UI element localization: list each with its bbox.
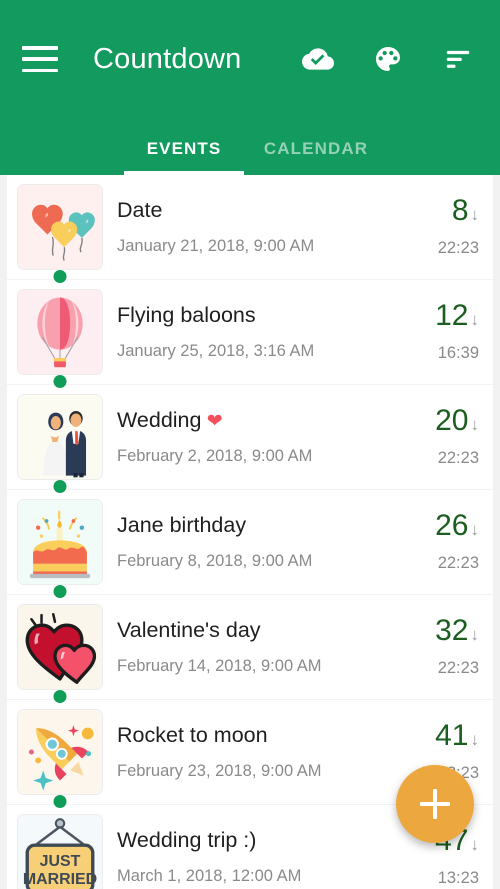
event-title: Jane birthday [117, 513, 247, 538]
app-bar-top-row: Countdown [0, 0, 500, 118]
event-countdown-block: 20 ↓ 22:23 [407, 406, 479, 468]
event-thumbnail-wrap [13, 814, 107, 889]
event-date: February 14, 2018, 9:00 AM [117, 656, 322, 675]
event-row[interactable]: Valentine's day February 14, 2018, 9:00 A… [7, 595, 493, 703]
event-date: February 2, 2018, 9:00 AM [117, 446, 313, 465]
app-bar-actions [298, 39, 478, 79]
event-days-remaining: 41 [435, 719, 469, 752]
event-time-remaining: 22:23 [437, 449, 479, 467]
timeline-dot [53, 270, 67, 283]
event-thumbnail-wrap [13, 604, 107, 703]
down-arrow-icon: ↓ [470, 310, 480, 329]
event-title: Rocket to moon [117, 723, 268, 748]
event-row[interactable]: Flying baloons January 25, 2018, 3:16 AM 1… [7, 280, 493, 388]
event-days-row: 12 ↓ [407, 301, 479, 331]
event-thumbnail-wrap [13, 289, 107, 388]
event-thumbnail-wrap [13, 499, 107, 598]
event-days-remaining: 12 [435, 299, 469, 332]
event-date: March 1, 2018, 12:00 AM [117, 866, 302, 885]
heart-balloons-icon [17, 184, 103, 270]
event-countdown-block: 12 ↓ 16:39 [407, 301, 479, 363]
event-countdown-block: 26 ↓ 22:23 [407, 511, 479, 573]
just-married-sign-icon [17, 814, 103, 889]
event-row[interactable]: Date January 21, 2018, 9:00 AM 8 ↓ 22:23 [7, 175, 493, 283]
event-days-row: 8 ↓ [407, 196, 479, 226]
event-countdown-block: 32 ↓ 22:23 [407, 616, 479, 678]
event-title: Flying baloons [117, 303, 256, 328]
down-arrow-icon: ↓ [470, 520, 480, 539]
app-bar: Countdown EVENTS CALENDAR [0, 0, 500, 175]
timeline-dot [53, 585, 67, 598]
down-arrow-icon: ↓ [470, 835, 480, 854]
countdown-app-screen: Countdown EVENTS CALENDAR Date January 2… [0, 0, 500, 889]
tab-bar: EVENTS CALENDAR [0, 118, 500, 175]
timeline-dot [53, 375, 67, 388]
event-days-row: 41 ↓ [407, 721, 479, 751]
page-title: Countdown [93, 42, 242, 75]
event-text-block: Date January 21, 2018, 9:00 AM [107, 198, 407, 256]
down-arrow-icon: ↓ [470, 205, 480, 224]
title-heart-emoji: ❤ [201, 411, 223, 433]
event-text-block: Flying baloons January 25, 2018, 3:16 AM [107, 303, 407, 361]
event-row[interactable]: Wedding ❤ February 2, 2018, 9:00 AM 20 ↓ 22:… [7, 385, 493, 493]
event-days-remaining: 8 [451, 194, 469, 227]
event-time-remaining: 16:39 [437, 344, 479, 362]
event-date: January 21, 2018, 9:00 AM [117, 236, 315, 255]
event-time-remaining: 22:23 [437, 239, 479, 257]
timeline-dot [53, 690, 67, 703]
event-title: Valentine's day [117, 618, 261, 643]
event-time-remaining: 13:23 [437, 869, 479, 887]
two-hearts-icon [17, 604, 103, 690]
event-thumbnail-wrap [13, 184, 107, 283]
event-days-row: 32 ↓ [407, 616, 479, 646]
rocket-icon [17, 709, 103, 795]
hot-air-balloon-icon [17, 289, 103, 375]
event-row[interactable]: Jane birthday February 8, 2018, 9:00 AM 26… [7, 490, 493, 598]
bride-groom-icon [17, 394, 103, 480]
event-days-remaining: 20 [435, 404, 469, 437]
event-title: Wedding ❤ [117, 408, 223, 433]
birthday-cake-icon [17, 499, 103, 585]
event-text-block: Rocket to moon February 23, 2018, 9:00 AM [107, 723, 407, 781]
event-thumbnail-wrap [13, 709, 107, 808]
down-arrow-icon: ↓ [470, 625, 480, 644]
tab-events[interactable]: EVENTS [118, 139, 250, 175]
event-days-row: 26 ↓ [407, 511, 479, 541]
event-title: Date [117, 198, 163, 223]
event-date: February 23, 2018, 9:00 AM [117, 761, 322, 780]
event-time-remaining: 22:23 [437, 554, 479, 572]
add-event-fab[interactable] [396, 765, 474, 843]
timeline-dot [53, 480, 67, 493]
palette-icon[interactable] [368, 39, 408, 79]
cloud-done-icon[interactable] [298, 39, 338, 79]
event-countdown-block: 8 ↓ 22:23 [407, 196, 479, 258]
event-text-block: Wedding ❤ February 2, 2018, 9:00 AM [107, 408, 407, 466]
event-days-row: 20 ↓ [407, 406, 479, 436]
sort-icon[interactable] [438, 39, 478, 79]
tab-calendar[interactable]: CALENDAR [250, 139, 382, 175]
hamburger-menu-icon[interactable] [22, 46, 58, 72]
down-arrow-icon: ↓ [470, 730, 480, 749]
event-days-remaining: 32 [435, 614, 469, 647]
event-thumbnail-wrap [13, 394, 107, 493]
event-text-block: Valentine's day February 14, 2018, 9:00 A… [107, 618, 407, 676]
event-date: January 25, 2018, 3:16 AM [117, 341, 315, 360]
event-time-remaining: 22:23 [437, 659, 479, 677]
event-text-block: Jane birthday February 8, 2018, 9:00 AM [107, 513, 407, 571]
down-arrow-icon: ↓ [470, 415, 480, 434]
event-days-remaining: 26 [435, 509, 469, 542]
timeline-dot [53, 795, 67, 808]
event-title: Wedding trip :) [117, 828, 257, 853]
event-date: February 8, 2018, 9:00 AM [117, 551, 313, 570]
event-text-block: Wedding trip :) March 1, 2018, 12:00 AM [107, 828, 407, 886]
